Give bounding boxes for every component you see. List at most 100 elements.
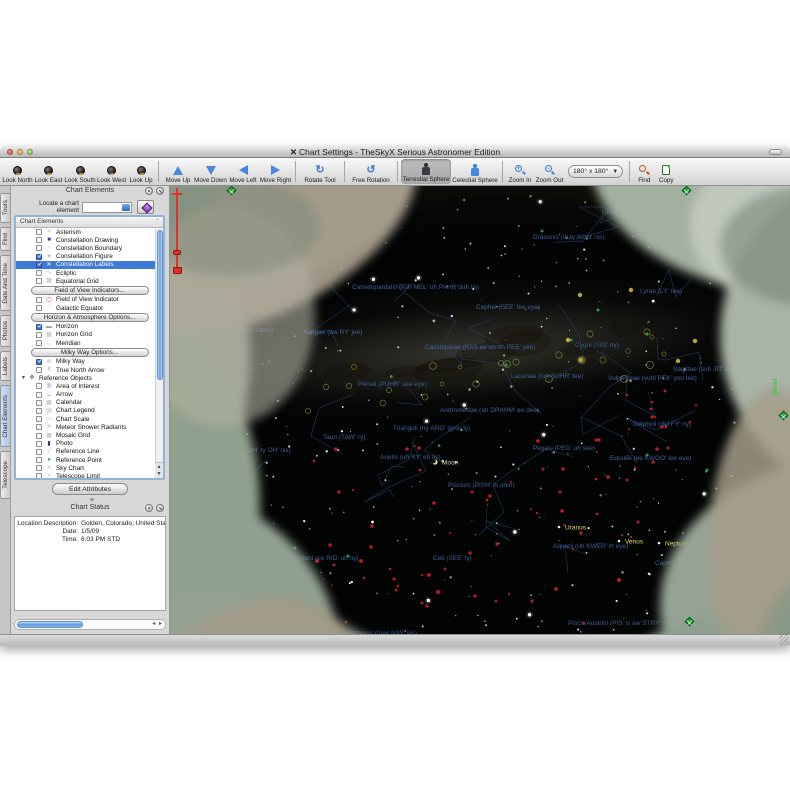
find-button[interactable]: Find: [633, 158, 655, 185]
look-up-button[interactable]: Look Up: [127, 158, 155, 185]
sidebar-scroll-thumb[interactable]: [17, 621, 83, 628]
tree-scroll-thumb[interactable]: [157, 230, 163, 380]
visibility-checkbox[interactable]: [36, 324, 42, 330]
free-rotation-button[interactable]: ↺Free Rotation: [348, 158, 394, 185]
visibility-checkbox[interactable]: [36, 424, 42, 430]
panel-splitter-handle[interactable]: [90, 498, 94, 501]
disclosure-triangle-icon[interactable]: ▼: [21, 375, 26, 381]
visibility-checkbox[interactable]: [36, 392, 42, 398]
tree-item-meridian[interactable]: ◡Meridian: [16, 339, 163, 347]
visibility-checkbox[interactable]: [36, 367, 42, 373]
tree-item-horizon[interactable]: ▬Horizon: [16, 323, 163, 331]
fov-selector-dropdown[interactable]: 180° x 180°▼: [568, 165, 623, 178]
visibility-checkbox[interactable]: [36, 457, 42, 463]
terrestial-sphere-button[interactable]: Terrestial Sphere: [401, 159, 451, 184]
fov-slider-track[interactable]: [176, 192, 178, 272]
sky-chart-view[interactable]: Ursae Minoris (UHR' see mih NOH' ris)Dra…: [170, 186, 790, 634]
tree-item-telescope-limit[interactable]: ✕Telescope Limit: [16, 472, 163, 480]
visibility-checkbox[interactable]: [36, 441, 42, 447]
tree-item-galactic-equator[interactable]: ◠Galactic Equator: [16, 304, 163, 312]
move-down-button[interactable]: Move Down: [194, 158, 227, 185]
tree-item-milky-way[interactable]: ≋Milky Way: [16, 358, 163, 366]
visibility-checkbox[interactable]: [36, 229, 42, 235]
fov-slider-bottom-handle[interactable]: [173, 267, 182, 274]
visibility-checkbox[interactable]: [36, 305, 42, 311]
sidebar-tab-labels[interactable]: Labels: [0, 351, 10, 381]
move-up-button[interactable]: Move Up: [162, 158, 194, 185]
visibility-checkbox[interactable]: [36, 254, 42, 260]
copy-button[interactable]: Copy: [655, 158, 677, 185]
milky-way-options-button[interactable]: Milky Way Options...: [31, 348, 149, 357]
tree-scroll-arrows[interactable]: ▲▼: [155, 462, 163, 478]
tree-item-calendar[interactable]: ▦Calendar: [16, 399, 163, 407]
fov-slider[interactable]: [171, 188, 187, 278]
tree-item-constellation-drawing[interactable]: ■Constellation Drawing: [16, 236, 163, 244]
sidebar-tab-telescope[interactable]: Telescope: [0, 451, 10, 499]
visibility-checkbox[interactable]: [36, 270, 42, 276]
visibility-checkbox[interactable]: [36, 433, 42, 439]
tree-item-constellation-figure[interactable]: ✦Constellation Figure: [16, 253, 163, 261]
visibility-checkbox[interactable]: [36, 383, 42, 389]
tree-vertical-scrollbar[interactable]: [155, 229, 163, 478]
visibility-checkbox[interactable]: [36, 237, 42, 243]
visibility-checkbox[interactable]: [36, 297, 42, 303]
rotate-tool-button[interactable]: ↻Rotate Tool: [299, 158, 341, 185]
panel-detach-button[interactable]: [145, 187, 153, 195]
tree-item-chart-legend[interactable]: ▤Chart Legend: [16, 407, 163, 415]
visibility-checkbox[interactable]: [36, 262, 42, 268]
tree-item-reference-line[interactable]: ╱Reference Line: [16, 448, 163, 456]
visibility-checkbox[interactable]: [36, 332, 42, 338]
visibility-checkbox[interactable]: [36, 359, 42, 365]
tree-header[interactable]: Chart Elements ⌃: [16, 217, 163, 228]
move-right-button[interactable]: Move Right: [259, 158, 292, 185]
toolbar-toggle-lozenge[interactable]: [769, 149, 782, 155]
look-south-button[interactable]: Look South: [64, 158, 96, 185]
tree-item-field-of-view-indicator[interactable]: ▢Field of View Indicator: [16, 296, 163, 304]
tree-item-horizon-grid[interactable]: ▦Horizon Grid: [16, 331, 163, 339]
status-detach-button[interactable]: [145, 504, 153, 512]
look-north-button[interactable]: Look North: [2, 158, 33, 185]
zoom-in-button[interactable]: +Zoom In: [506, 158, 534, 185]
locate-input[interactable]: [82, 202, 132, 213]
locate-go-icon[interactable]: [122, 204, 130, 211]
tree-item-equatorial-grid[interactable]: ▦Equatorial Grid: [16, 277, 163, 285]
zoom-out-button[interactable]: −Zoom Out: [534, 158, 565, 185]
sidebar-tab-find[interactable]: Find: [0, 227, 10, 251]
move-left-button[interactable]: Move Left: [227, 158, 259, 185]
tree-item-arrow[interactable]: →Arrow: [16, 391, 163, 399]
sidebar-tab-tours[interactable]: Tours: [0, 193, 10, 223]
sidebar-tab-photos[interactable]: Photos: [0, 315, 10, 347]
sidebar-tab-date-and-time[interactable]: Date And Time: [0, 255, 10, 311]
visibility-checkbox[interactable]: [36, 408, 42, 414]
tree-item-constellation-boundary[interactable]: ▫Constellation Boundary: [16, 244, 163, 252]
tree-item-mosaic-grid[interactable]: ▦Mosaic Grid: [16, 431, 163, 439]
visibility-checkbox[interactable]: [36, 245, 42, 251]
look-east-button[interactable]: Look East: [33, 158, 64, 185]
sidebar-scroll-arrows[interactable]: ◂ ▸: [152, 620, 163, 627]
tree-item-chart-scale[interactable]: ▭Chart Scale: [16, 415, 163, 423]
fov-slider-mid-handle[interactable]: [173, 250, 181, 255]
tree-item-constellation-labels[interactable]: ✕Constellation Labels: [16, 261, 163, 269]
status-close-button[interactable]: [156, 504, 164, 512]
tree-item-ecliptic[interactable]: ∿Ecliptic: [16, 269, 163, 277]
panel-close-button[interactable]: [156, 187, 164, 195]
title-bar[interactable]: ✕Chart Settings - TheSkyX Serious Astron…: [0, 146, 790, 158]
visibility-checkbox[interactable]: [36, 400, 42, 406]
visibility-checkbox[interactable]: [36, 340, 42, 346]
tree-item-meteor-shower-radiants[interactable]: ✳Meteor Shower Radiants: [16, 423, 163, 431]
tree-item-reference-objects[interactable]: ▼❖Reference Objects: [16, 374, 163, 382]
field-of-view-indicators-button[interactable]: Field of View Indicators...: [31, 286, 149, 295]
visibility-checkbox[interactable]: [36, 278, 42, 284]
resize-grip[interactable]: [779, 635, 789, 645]
tree-item-sky-chart[interactable]: ✕Sky Chart: [16, 464, 163, 472]
celestial-sphere-button[interactable]: Celestial Sphere: [451, 158, 499, 185]
edit-attributes-button[interactable]: Edit Attributes: [52, 483, 128, 495]
locate-options-button[interactable]: [137, 200, 154, 214]
visibility-checkbox[interactable]: [36, 465, 42, 471]
horizon-atmosphere-options-button[interactable]: Horizon & Atmosphere Options...: [31, 313, 149, 322]
visibility-checkbox[interactable]: [36, 473, 42, 479]
tree-item-reference-point[interactable]: ●Reference Point: [16, 456, 163, 464]
tree-item-asterism[interactable]: ✶Asterism: [16, 228, 163, 236]
sidebar-horizontal-scrollbar[interactable]: ◂ ▸: [14, 619, 166, 630]
tree-item-area-of-interest[interactable]: ◎Area of Interest: [16, 382, 163, 390]
